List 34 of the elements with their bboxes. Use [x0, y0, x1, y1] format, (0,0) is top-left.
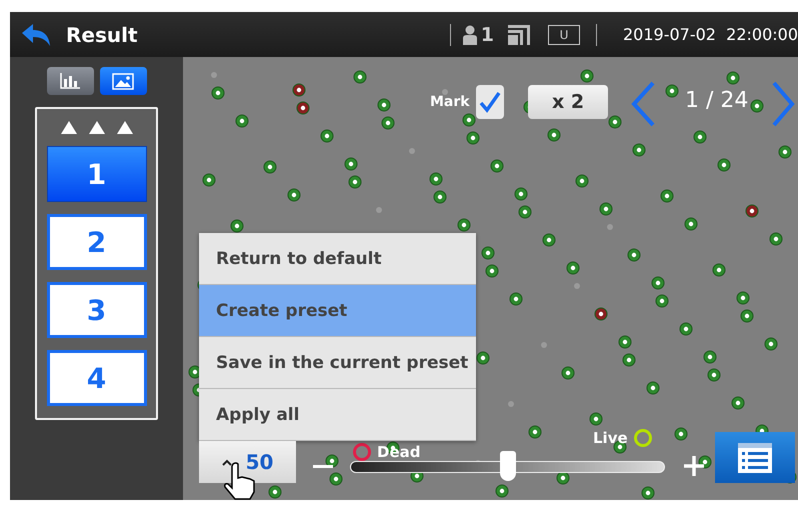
zoom-button[interactable]: x 2 — [528, 85, 608, 119]
legend-label: Dead — [377, 443, 420, 461]
date-time: 2019-07-02 22:00:00 — [622, 25, 798, 44]
up-triangle-icon — [88, 121, 104, 134]
mark-checkbox[interactable] — [476, 85, 504, 119]
slider-thumb[interactable] — [500, 451, 516, 481]
back-arrow-icon[interactable] — [20, 22, 52, 48]
user-count: 1 — [480, 24, 494, 46]
preset-button[interactable]: 3 — [46, 282, 146, 338]
picture-icon — [112, 72, 134, 90]
up-triangle-icon — [116, 121, 132, 134]
user-icon — [462, 24, 477, 44]
list-button[interactable] — [715, 432, 795, 483]
legend-label: Live — [593, 429, 628, 447]
menu-item[interactable]: Return to default — [199, 233, 476, 285]
menu-item[interactable]: Apply all — [199, 389, 476, 441]
up-triangle-icon — [60, 121, 76, 134]
preset-button[interactable]: 2 — [46, 214, 146, 270]
preset-button[interactable]: 4 — [46, 350, 146, 406]
preset-button[interactable]: 1 — [46, 146, 146, 202]
mode-indicator: U — [548, 24, 580, 44]
plus-icon[interactable] — [683, 455, 705, 477]
caret-icon — [222, 458, 232, 466]
bar-chart-icon — [60, 73, 80, 89]
screen-title: Result — [66, 22, 139, 46]
list-icon — [737, 442, 773, 474]
signal-icon — [508, 24, 532, 44]
image-view-button[interactable] — [100, 67, 146, 95]
menu-item[interactable]: Save in the current preset — [199, 337, 476, 389]
threshold-button[interactable]: 50 — [199, 441, 296, 483]
page-indicator: 1 / 24 — [685, 88, 748, 113]
chart-view-button[interactable] — [46, 67, 94, 95]
mark-label: Mark — [430, 94, 470, 110]
menu-item[interactable]: Create preset — [199, 285, 476, 337]
